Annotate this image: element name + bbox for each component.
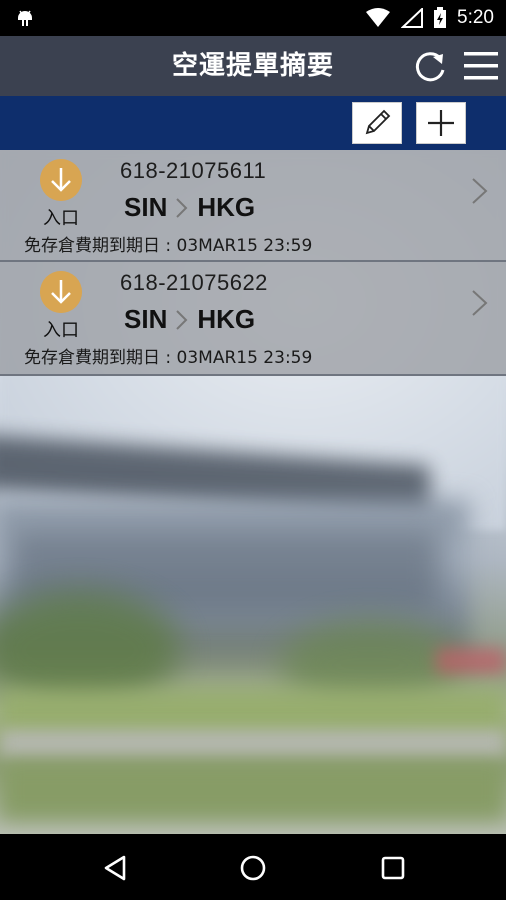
status-bar: 5:20 xyxy=(0,0,506,36)
chevron-right-icon xyxy=(472,290,488,316)
recent-apps-button[interactable] xyxy=(376,851,410,885)
wifi-icon xyxy=(366,8,391,27)
origin-code: SIN xyxy=(124,192,168,222)
recent-square-icon xyxy=(381,856,405,880)
plus-icon xyxy=(428,110,454,136)
route-arrow-icon xyxy=(176,197,188,218)
refresh-icon[interactable] xyxy=(410,46,450,86)
home-circle-icon xyxy=(240,855,266,881)
arrow-down-circle-icon xyxy=(40,271,82,313)
action-toolbar xyxy=(0,96,506,150)
app-header: 空運提單摘要 xyxy=(0,36,506,96)
add-button[interactable] xyxy=(416,102,466,144)
shipment-status: 入口 xyxy=(43,208,79,229)
free-storage-expiry: 免存倉費期到期日 : 03MAR15 23:59 xyxy=(24,236,313,256)
route-arrow-icon xyxy=(176,309,188,330)
route: SIN HKG xyxy=(124,304,255,335)
free-storage-expiry: 免存倉費期到期日 : 03MAR15 23:59 xyxy=(24,348,313,368)
cell-signal-icon xyxy=(401,8,424,28)
shipment-status: 入口 xyxy=(43,320,79,341)
chevron-right-icon xyxy=(472,178,488,204)
android-debug-icon xyxy=(18,10,32,26)
system-nav-bar xyxy=(0,834,506,900)
awb-number: 618-21075622 xyxy=(120,270,268,295)
shipment-item[interactable]: 入口 618-21075622 SIN HKG 免存倉費期到期日 : 03MAR… xyxy=(0,262,506,376)
destination-code: HKG xyxy=(197,304,256,334)
back-triangle-icon xyxy=(104,855,126,881)
route: SIN HKG xyxy=(124,192,255,223)
awb-number: 618-21075611 xyxy=(120,158,267,183)
shipment-list: 入口 618-21075611 SIN HKG 免存倉費期到期日 : 03MAR… xyxy=(0,150,506,376)
battery-charging-icon xyxy=(434,7,447,28)
clock: 5:20 xyxy=(457,7,494,28)
edit-button[interactable] xyxy=(352,102,402,144)
arrow-down-circle-icon xyxy=(40,159,82,201)
home-button[interactable] xyxy=(236,851,270,885)
shipment-item[interactable]: 入口 618-21075611 SIN HKG 免存倉費期到期日 : 03MAR… xyxy=(0,150,506,262)
menu-icon[interactable] xyxy=(462,48,500,84)
back-button[interactable] xyxy=(98,851,132,885)
destination-code: HKG xyxy=(197,192,256,222)
origin-code: SIN xyxy=(124,304,168,334)
pencil-icon xyxy=(365,109,391,135)
